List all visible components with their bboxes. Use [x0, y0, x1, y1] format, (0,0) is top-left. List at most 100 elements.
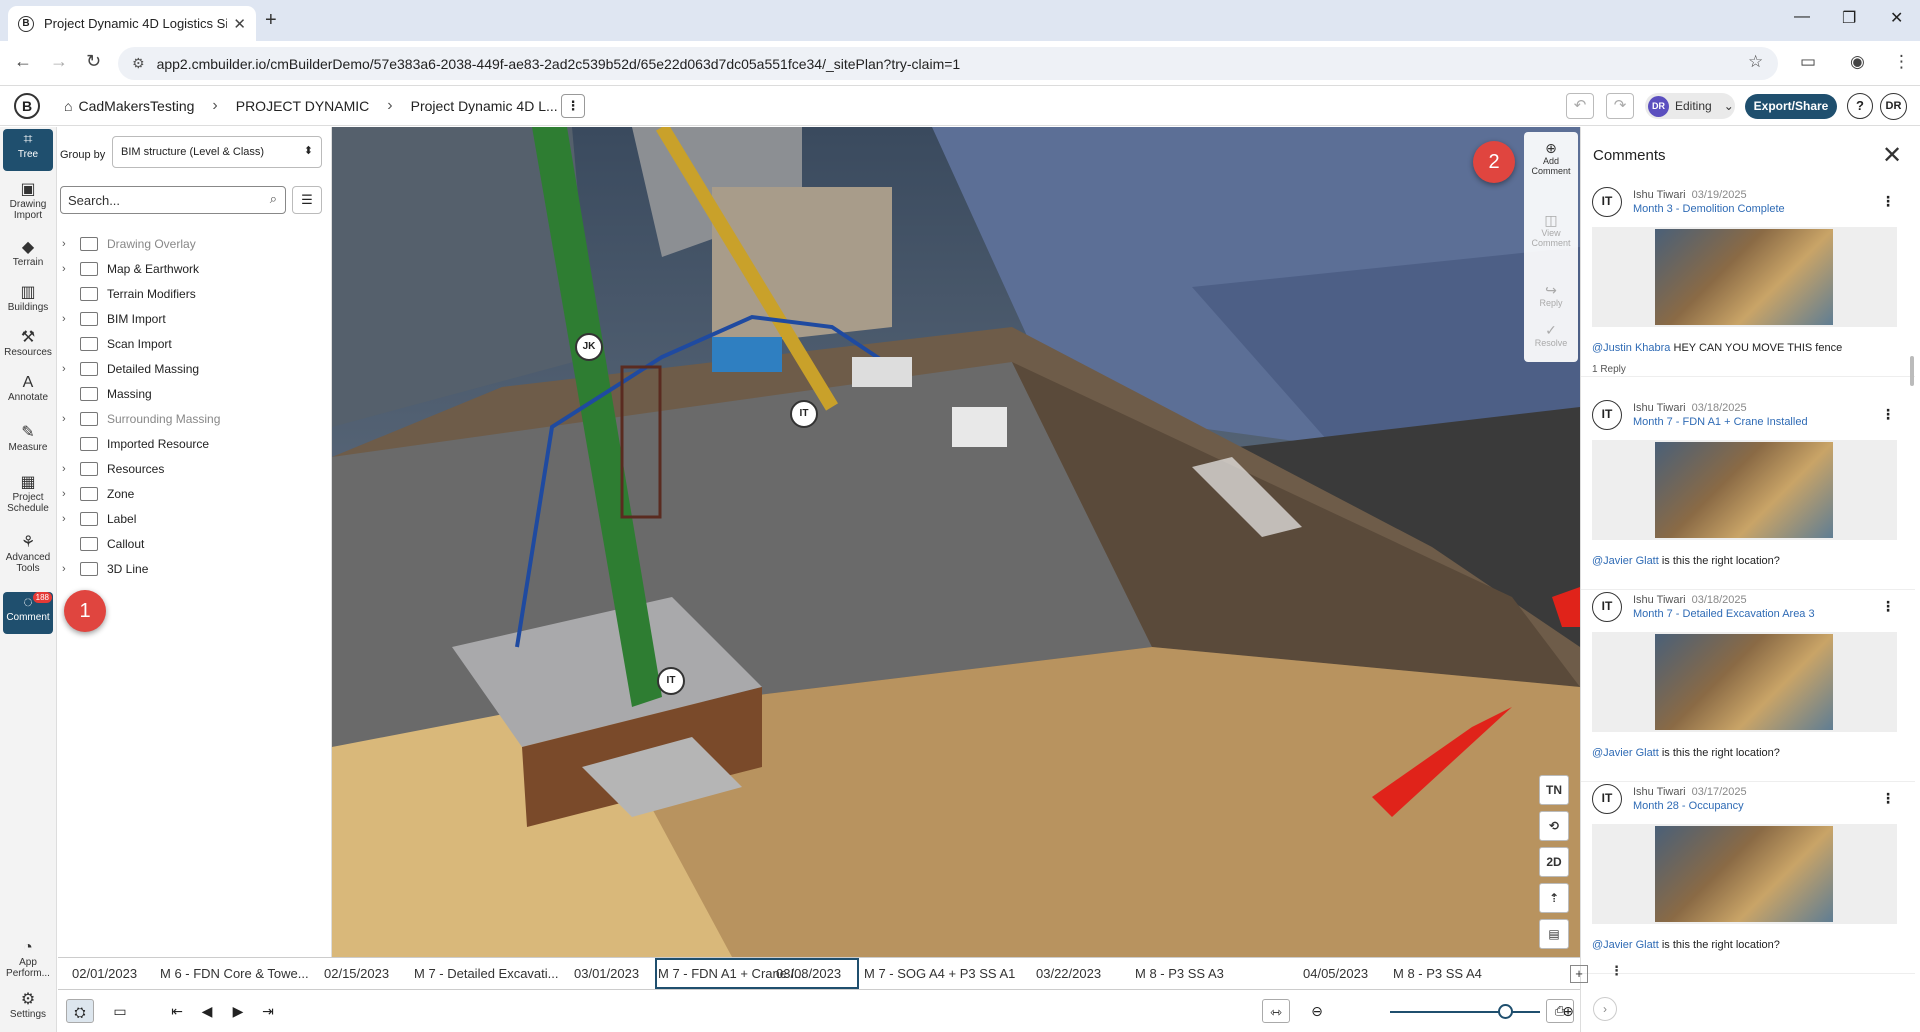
window-close-button[interactable]: ✕ — [1890, 8, 1903, 28]
zoom-out-icon[interactable]: ⊖ — [1303, 999, 1331, 1023]
rail-schedule-button[interactable]: ▦ Project Schedule — [3, 472, 53, 520]
breadcrumb-org[interactable]: CadMakersTesting — [78, 98, 194, 114]
minimize-button[interactable]: — — [1794, 8, 1810, 26]
tree-item[interactable]: › Map & Earthwork — [62, 258, 199, 280]
timeline-milestone[interactable]: M 7 - Detailed Excavati... — [414, 958, 559, 990]
tree-item[interactable]: › Detailed Massing — [62, 358, 199, 380]
redo-button[interactable]: ↷ — [1606, 93, 1634, 119]
comment-milestone-link[interactable]: Month 3 - Demolition Complete — [1633, 203, 1785, 215]
comment-marker-it[interactable]: IT — [790, 400, 818, 428]
group-by-select[interactable]: BIM structure (Level & Class) ⬍ — [112, 136, 322, 168]
comment-card[interactable]: IT Ishu Tiwari 03/19/2025 Month 3 - Demolit… — [1581, 187, 1915, 377]
comment-card[interactable]: IT Ishu Tiwari 03/17/2025 Month 28 - Occupa… — [1581, 784, 1915, 974]
forward-icon[interactable]: → — [50, 51, 68, 72]
home-icon[interactable]: ⌂ — [64, 98, 72, 114]
timeline-date[interactable]: 02/15/2023 — [324, 958, 389, 990]
rail-drawing-import-button[interactable]: ▣ Drawing Import — [3, 179, 53, 221]
site-settings-icon[interactable]: ⚙ — [132, 55, 145, 72]
timeline-date[interactable]: 04/05/2023 — [1303, 958, 1368, 990]
comment-milestone-link[interactable]: Month 7 - FDN A1 + Crane Installed — [1633, 416, 1808, 428]
jump-start-button[interactable]: ⇤ — [163, 999, 191, 1023]
comment-thumbnail[interactable] — [1592, 440, 1897, 540]
help-button[interactable]: ? — [1847, 93, 1873, 119]
2d-toggle-button[interactable]: 2D — [1539, 847, 1569, 877]
breadcrumb-project[interactable]: PROJECT DYNAMIC — [236, 98, 370, 114]
new-tab-button[interactable]: + — [265, 9, 277, 32]
undo-button[interactable]: ↶ — [1566, 93, 1594, 119]
rail-comment-button[interactable]: ◌ Comment 188 — [3, 592, 53, 634]
expand-chevron-icon[interactable]: › — [62, 513, 80, 525]
comment-card[interactable]: IT Ishu Tiwari 03/18/2025 Month 7 - Detaile… — [1581, 592, 1915, 782]
rail-settings-button[interactable]: ⚙ Settings — [3, 989, 53, 1031]
timeline-milestone[interactable]: M 8 - P3 SS A3 — [1135, 958, 1224, 990]
tree-item[interactable]: › Resources — [62, 458, 164, 480]
view-comment-button[interactable]: ◫ View Comment — [1526, 212, 1576, 248]
expand-chevron-icon[interactable]: › — [62, 363, 80, 375]
step-back-button[interactable]: ◀ — [193, 999, 221, 1023]
comment-menu-icon[interactable]: ⋮ — [1881, 598, 1895, 615]
timeline-date[interactable]: 03/22/2023 — [1036, 958, 1101, 990]
comment-mention[interactable]: @Javier Glatt — [1592, 555, 1659, 567]
expand-chevron-icon[interactable]: › — [62, 488, 80, 500]
rail-buildings-button[interactable]: ▥ Buildings — [3, 282, 53, 324]
reload-icon[interactable]: ↻ — [86, 51, 101, 72]
jump-end-button[interactable]: ⇥ — [254, 999, 282, 1023]
editing-mode-dropdown[interactable]: DR Editing ⌄ — [1645, 93, 1735, 119]
expand-chevron-icon[interactable]: › — [62, 563, 80, 575]
tab-close-icon[interactable]: ✕ — [233, 15, 246, 33]
browser-menu-icon[interactable]: ⋮ — [1893, 52, 1910, 72]
resolve-button[interactable]: ✓ Resolve — [1526, 322, 1576, 348]
rail-terrain-button[interactable]: ◆ Terrain — [3, 237, 53, 279]
browser-tab[interactable]: B Project Dynamic 4D Logistics Si ✕ — [8, 6, 256, 41]
chevron-right-icon[interactable]: › — [1593, 997, 1617, 1021]
close-icon[interactable]: ✕ — [1882, 141, 1902, 170]
tree-item[interactable]: Imported Resource — [62, 433, 209, 455]
maximize-button[interactable]: ❐ — [1842, 8, 1856, 28]
comment-marker-jk[interactable]: JK — [575, 333, 603, 361]
comment-milestone-link[interactable]: Month 28 - Occupancy — [1633, 800, 1744, 812]
fit-range-button[interactable]: ⇿ — [1262, 999, 1290, 1023]
rail-app-performance-button[interactable]: ◔ App Perform... — [3, 937, 53, 985]
app-logo[interactable]: B — [14, 93, 40, 119]
model-view-button[interactable]: ⛭ — [66, 999, 94, 1023]
comment-thumbnail[interactable] — [1592, 227, 1897, 327]
comment-menu-icon[interactable]: ⋮ — [1881, 193, 1895, 210]
comment-marker-it[interactable]: IT — [657, 667, 685, 695]
export-share-button[interactable]: Export/Share — [1745, 94, 1837, 119]
comment-reply-count[interactable]: 1 Reply — [1592, 364, 1626, 375]
expand-chevron-icon[interactable]: › — [62, 263, 80, 275]
screenshot-button[interactable]: ⎙ — [1546, 999, 1574, 1023]
tree-item[interactable]: › Drawing Overlay — [62, 233, 196, 255]
tree-item[interactable]: › Zone — [62, 483, 134, 505]
north-orientation-button[interactable]: TN — [1539, 775, 1569, 805]
zoom-slider-handle[interactable] — [1498, 1004, 1513, 1019]
comment-thumbnail[interactable] — [1592, 824, 1897, 924]
comment-mention[interactable]: @Javier Glatt — [1592, 747, 1659, 759]
tree-item[interactable]: Scan Import — [62, 333, 172, 355]
walk-mode-button[interactable]: ⇡ — [1539, 883, 1569, 913]
play-button[interactable]: ▶ — [224, 999, 252, 1023]
timeline-selected-milestone[interactable] — [655, 958, 859, 989]
rail-resources-button[interactable]: ⚒ Resources — [3, 327, 53, 369]
comment-menu-icon[interactable]: ⋮ — [1881, 790, 1895, 807]
profile-icon[interactable]: ◉ — [1850, 52, 1865, 72]
rotate-view-button[interactable]: ⟲ — [1539, 811, 1569, 841]
comment-mention[interactable]: @Justin Khabra — [1592, 342, 1670, 354]
reply-button[interactable]: ↪ Reply — [1526, 282, 1576, 308]
tree-item[interactable]: Massing — [62, 383, 152, 405]
timeline-date[interactable]: 03/01/2023 — [574, 958, 639, 990]
breadcrumb-plan[interactable]: Project Dynamic 4D L... — [411, 98, 558, 114]
rail-advanced-tools-button[interactable]: ⚘ Advanced Tools — [3, 532, 53, 580]
tree-item[interactable]: › Surrounding Massing — [62, 408, 220, 430]
timeline-milestone[interactable]: M 7 - SOG A4 + P3 SS A1 — [864, 958, 1015, 990]
rail-measure-button[interactable]: ✎ Measure — [3, 422, 53, 464]
comment-thumbnail[interactable] — [1592, 632, 1897, 732]
timeline-milestone[interactable]: M 6 - FDN Core & Towe... — [160, 958, 309, 990]
user-avatar[interactable]: DR — [1880, 93, 1907, 120]
3d-viewport[interactable]: JK IT IT TN ⟲ 2D ⇡ ▤ — [332, 127, 1580, 957]
tree-item[interactable]: Callout — [62, 533, 144, 555]
rail-annotate-button[interactable]: A Annotate — [3, 372, 53, 414]
zoom-slider-track[interactable] — [1390, 1011, 1540, 1013]
timeline-more-icon[interactable]: ⋮ — [1610, 963, 1623, 979]
expand-chevron-icon[interactable]: › — [62, 313, 80, 325]
